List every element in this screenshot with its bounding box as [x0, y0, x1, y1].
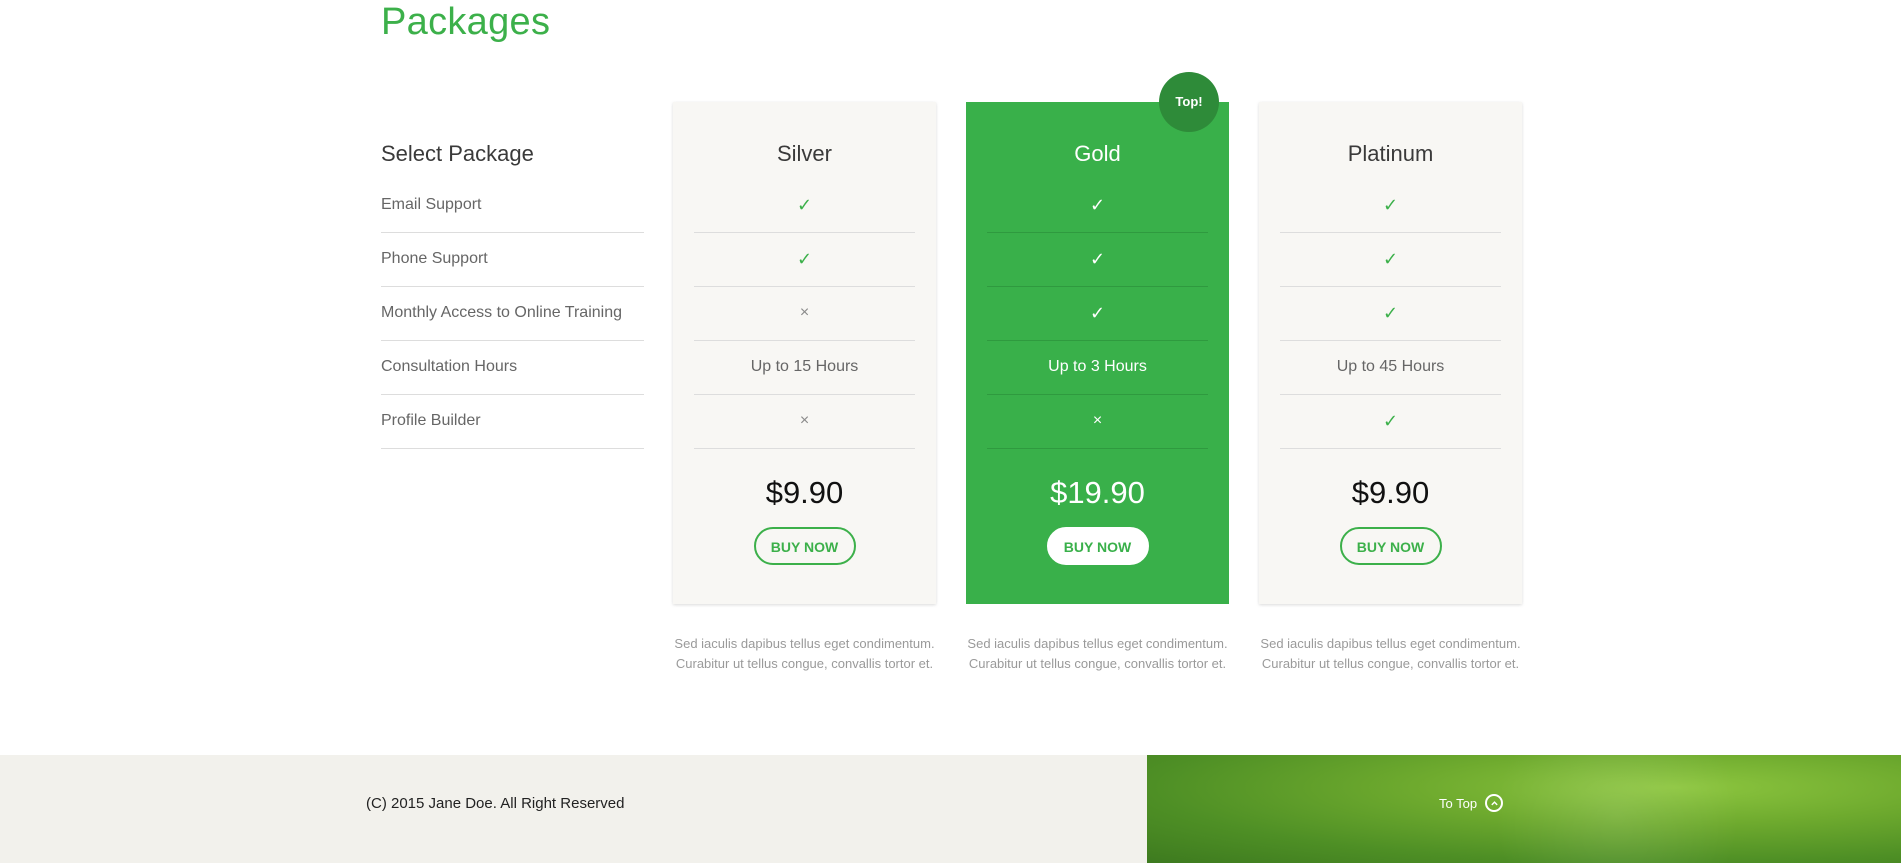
check-icon: ✓: [1382, 303, 1399, 323]
check-icon: ✓: [1089, 303, 1106, 323]
package-cell: ×: [694, 395, 915, 449]
package-description-silver: Sed iaculis dapibus tellus eget condimen…: [674, 636, 935, 671]
package-cell: ✓: [1280, 287, 1501, 341]
buy-now-button-silver[interactable]: BUY NOW: [753, 527, 856, 565]
package-name: Silver: [776, 141, 832, 166]
package-cell: ✓: [987, 179, 1208, 233]
page-title: Packages: [381, 1, 551, 43]
package-card-silver: Silver ✓ ✓ × Up to 15 Hours × $9.90 BUY …: [673, 102, 936, 604]
package-name: Platinum: [1347, 141, 1434, 166]
package-cell: ×: [987, 395, 1208, 449]
package-cell: ✓: [694, 233, 915, 287]
package-card-platinum: Platinum ✓ ✓ ✓ Up to 45 Hours ✓ $9.90 BU…: [1259, 102, 1522, 604]
chevron-up-circle-icon: [1485, 794, 1504, 812]
package-cell: ✓: [1280, 179, 1501, 233]
check-icon: ✓: [1382, 195, 1399, 215]
copyright-text: (C) 2015 Jane Doe. All Right Reserved: [366, 795, 625, 812]
package-price: $19.90: [1050, 475, 1145, 510]
package-cell: ✓: [1280, 395, 1501, 449]
footer-right-panel: To Top: [1147, 755, 1901, 863]
to-top-link[interactable]: To Top: [1439, 794, 1504, 812]
package-cell: ×: [694, 287, 915, 341]
check-icon: ✓: [796, 249, 813, 269]
package-cell: ✓: [694, 179, 915, 233]
feature-label-online-training: Monthly Access to Online Training: [381, 287, 644, 341]
features-heading: Select Package: [381, 141, 534, 166]
feature-label-phone-support: Phone Support: [381, 233, 644, 287]
package-price: $9.90: [765, 475, 844, 510]
buy-now-button-gold[interactable]: BUY NOW: [1046, 527, 1149, 565]
check-icon: ✓: [1089, 195, 1106, 215]
package-description-platinum: Sed iaculis dapibus tellus eget condimen…: [1260, 636, 1521, 671]
check-icon: ✓: [796, 195, 813, 215]
feature-label-profile-builder: Profile Builder: [381, 395, 644, 449]
cross-icon: ×: [799, 412, 810, 429]
package-cell: ✓: [987, 233, 1208, 287]
features-column: Select Package Email Support Phone Suppo…: [381, 129, 644, 449]
cross-icon: ×: [1092, 412, 1103, 429]
to-top-label: To Top: [1439, 795, 1478, 811]
cross-icon: ×: [799, 304, 810, 321]
package-card-gold: Gold ✓ ✓ ✓ Up to 3 Hours × $19.90 BUY NO…: [966, 102, 1229, 604]
package-description-gold: Sed iaculis dapibus tellus eget condimen…: [967, 636, 1228, 671]
package-cell-hours: Up to 3 Hours: [987, 341, 1208, 395]
package-cell: ✓: [987, 287, 1208, 341]
check-icon: ✓: [1382, 411, 1399, 431]
feature-label-email-support: Email Support: [381, 179, 644, 233]
package-cell-hours: Up to 15 Hours: [694, 341, 915, 395]
top-badge: Top!: [1159, 72, 1219, 132]
package-cell: ✓: [1280, 233, 1501, 287]
package-name: Gold: [1074, 141, 1121, 166]
package-price: $9.90: [1351, 475, 1430, 510]
footer-left-panel: (C) 2015 Jane Doe. All Right Reserved: [0, 755, 1147, 863]
package-cell-hours: Up to 45 Hours: [1280, 341, 1501, 395]
check-icon: ✓: [1382, 249, 1399, 269]
feature-label-consultation-hours: Consultation Hours: [381, 341, 644, 395]
buy-now-button-platinum[interactable]: BUY NOW: [1339, 527, 1442, 565]
check-icon: ✓: [1089, 249, 1106, 269]
